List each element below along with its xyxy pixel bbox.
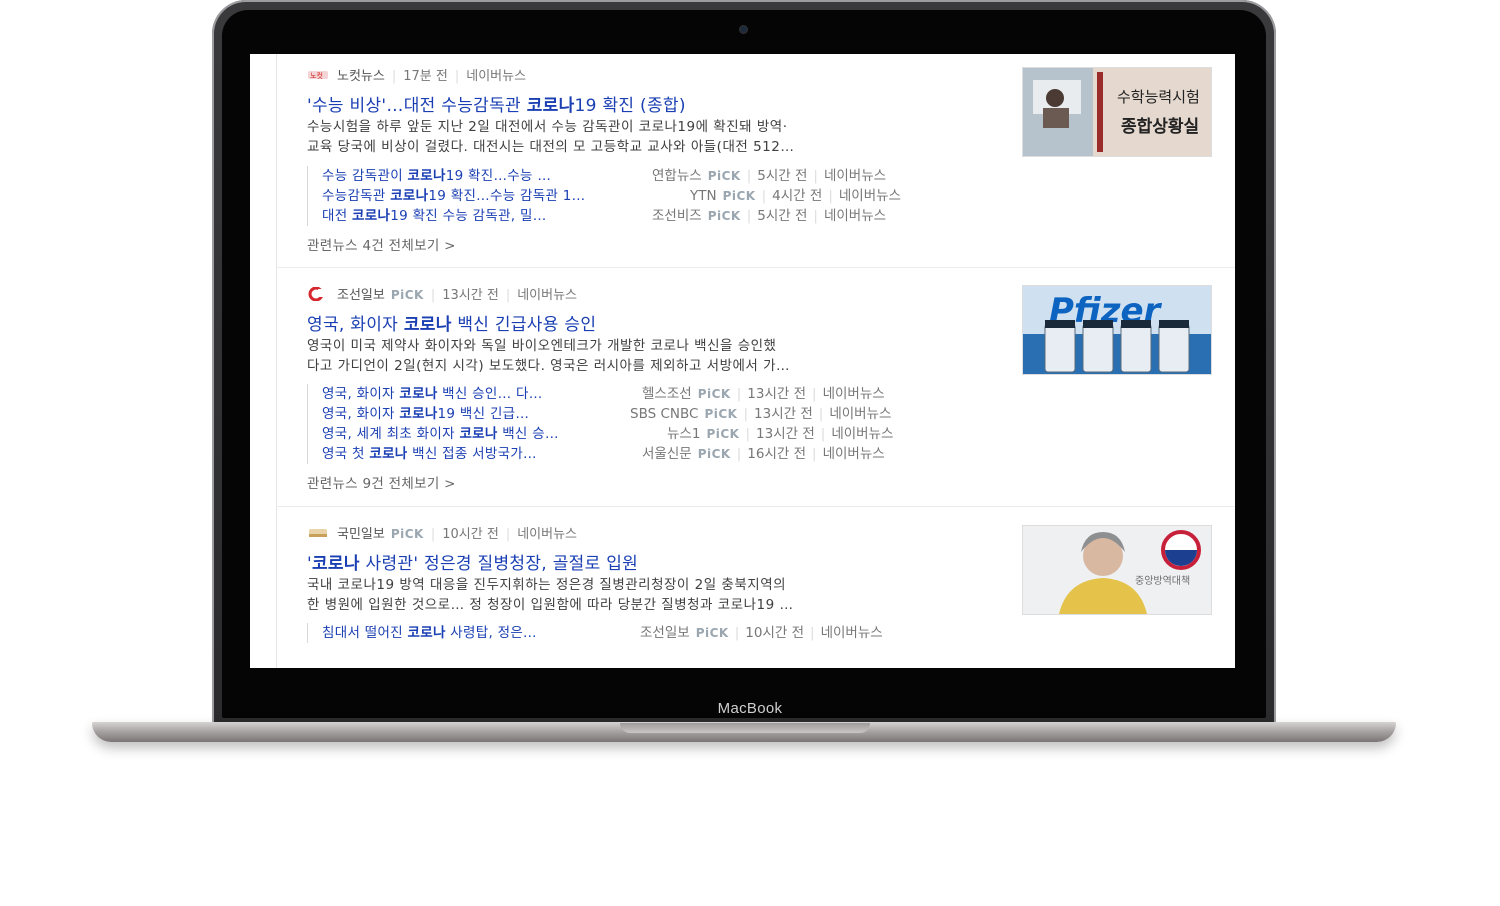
pick-badge: PiCK [390,288,424,302]
pick-badge: PiCK [707,169,741,183]
news-time: 13시간 전 [442,288,499,303]
naver-news-link: 네이버뉴스 [823,208,887,224]
title-keyword[interactable]: 코로나 [527,96,575,116]
press-logo-icon: 노컷 [307,68,329,82]
naver-news-link[interactable]: 네이버뉴스 [517,288,577,303]
related-news-item[interactable]: 영국, 화이자 코로나19 백신 긴급… SBS CNBC PiCK | 13시간 전… [322,404,982,424]
related-title[interactable]: 수능 감독관이 코로나19 확진…수능 … [322,168,551,184]
svg-text:수학능력시험: 수학능력시험 [1117,88,1200,106]
related-meta: YTN PiCK | 4시간 전 | 네이버뉴스 [690,188,901,204]
news-title[interactable]: '코로나 사령관' 정은경 질병청장, 골절로 입원 [307,549,638,574]
pick-badge: PiCK [390,527,424,541]
press-name[interactable]: 국민일보 [337,527,385,542]
news-item: 노컷 노컷뉴스 | 17분 전 | 네이버뉴스 '수능 비상'…대전 수능감독관 코로나… [277,54,1235,268]
news-title[interactable]: '수능 비상'…대전 수능감독관 코로나19 확진 (종합) [307,91,686,116]
related-news-item[interactable]: 대전 코로나19 확진 수능 감독관, 밀… 조선비즈 PiCK | 5시간 전 | 네이… [322,206,982,226]
related-news-item[interactable]: 영국 첫 코로나 백신 접종 서방국가… 서울신문 PiCK | 16시간 전 | 네이버… [322,444,982,464]
news-thumbnail[interactable]: 중앙방역대책 [1022,525,1212,615]
news-thumbnail[interactable]: Pfizer [1022,285,1212,375]
related-news-list: 영국, 화이자 코로나 백신 승인… 다… 헬스조선 PiCK | 13시간 전 | 네이… [307,384,982,464]
press-name[interactable]: 노컷뉴스 [337,69,385,84]
camera-icon [740,26,747,33]
news-meta: 국민일보 PiCK | 10시간 전 | 네이버뉴스 [307,523,577,542]
naver-news-link[interactable]: 네이버뉴스 [466,69,526,84]
news-time: 10시간 전 [442,527,499,542]
press-name[interactable]: 조선일보 [337,288,385,303]
related-title[interactable]: 수능감독관 코로나19 확진…수능 감독관 1… [322,188,585,204]
news-desc: 국내 코로나19 방역 대응을 진두지휘하는 정은경 질병관리청장이 2일 충북… [307,575,977,615]
svg-text:종합상황실: 종합상황실 [1121,116,1199,137]
desc-line: 교육 당국에 비상이 걸렸다. 대전시는 대전의 모 고등학교 교사와 아들(대… [307,139,795,155]
news-time: 17분 전 [403,69,448,84]
title-text[interactable]: '수능 비상'…대전 수능감독관 [307,96,527,116]
related-more-link[interactable]: 관련뉴스 9건 전체보기 > [307,472,456,492]
news-item: 국민일보 PiCK | 10시간 전 | 네이버뉴스 '코로나 사령관' 정은경 질병청장… [277,507,1235,668]
news-meta: 노컷 노컷뉴스 | 17분 전 | 네이버뉴스 [307,65,526,84]
desc-line: 다고 가디언이 2일(현지 시각) 보도했다. 영국은 러시아를 제외하고 서방… [307,358,791,374]
press-logo-icon [307,286,329,302]
related-news-item[interactable]: 수능 감독관이 코로나19 확진…수능 … 연합뉴스 PiCK | 5시간 전 | 네이버… [322,166,982,186]
related-meta: 조선비즈 PiCK | 5시간 전 | 네이버뉴스 [652,208,887,224]
desc-line: 한 병원에 입원한 것으로… 정 청장이 입원함에 따라 당분간 질병청과 코로… [307,597,794,613]
news-thumbnail[interactable]: 수학능력시험 종합상황실 [1022,67,1212,157]
title-text[interactable]: 19 확진 (종합) [575,96,686,116]
related-news-list: 침대서 떨어진 코로나 사령탑, 정은… 조선일보 PiCK | 10시간 전 | 네이버… [307,623,982,643]
related-news-item[interactable]: 영국, 화이자 코로나 백신 승인… 다… 헬스조선 PiCK | 13시간 전 | 네이… [322,384,982,404]
related-news-item[interactable]: 수능감독관 코로나19 확진…수능 감독관 1… YTN PiCK | 4시간 전 | 네… [322,186,982,206]
desc-line: 국내 코로나19 방역 대응을 진두지휘하는 정은경 질병관리청장이 2일 충북… [307,577,787,593]
related-more-link[interactable]: 관련뉴스 4건 전체보기 > [307,234,456,254]
related-meta: 연합뉴스 PiCK | 5시간 전 | 네이버뉴스 [652,168,887,184]
pick-badge: PiCK [722,189,756,203]
news-desc: 영국이 미국 제약사 화이자와 독일 바이오엔테크가 개발한 코로나 백신을 승… [307,336,977,376]
brand-label: MacBook [717,700,783,717]
news-desc: 수능시험을 하루 앞둔 지난 2일 대전에서 수능 감독관이 코로나19에 확진… [307,117,977,157]
desc-line: 영국이 미국 제약사 화이자와 독일 바이오엔테크가 개발한 코로나 백신을 승… [307,338,777,354]
svg-text:중앙방역대책: 중앙방역대책 [1135,575,1190,587]
news-meta: 조선일보 PiCK | 13시간 전 | 네이버뉴스 [307,284,577,303]
naver-news-link: 네이버뉴스 [823,168,887,184]
desc-line: 수능시험을 하루 앞둔 지난 2일 대전에서 수능 감독관이 코로나19에 확진… [307,119,788,135]
pick-badge: PiCK [707,209,741,223]
press-logo-icon [307,526,329,540]
related-news-item[interactable]: 침대서 떨어진 코로나 사령탑, 정은… 조선일보 PiCK | 10시간 전 | 네이버… [322,623,982,643]
naver-news-link: 네이버뉴스 [838,188,901,204]
news-screen: 노컷 노컷뉴스 | 17분 전 | 네이버뉴스 '수능 비상'…대전 수능감독관 코로나… [250,54,1235,668]
related-news-item[interactable]: 영국, 세계 최초 화이자 코로나 백신 승… 뉴스1 PiCK | 13시간 전 | 네… [322,424,982,444]
svg-text:노컷: 노컷 [310,71,323,80]
news-title[interactable]: 영국, 화이자 코로나 백신 긴급사용 승인 [307,310,596,335]
related-news-list: 수능 감독관이 코로나19 확진…수능 … 연합뉴스 PiCK | 5시간 전 | 네이버… [307,166,982,226]
related-title[interactable]: 대전 코로나19 확진 수능 감독관, 밀… [322,208,547,224]
naver-news-link[interactable]: 네이버뉴스 [517,527,577,542]
laptop-base-notch [620,723,870,733]
news-item: 조선일보 PiCK | 13시간 전 | 네이버뉴스 영국, 화이자 코로나 백신 긴급사… [277,268,1235,507]
